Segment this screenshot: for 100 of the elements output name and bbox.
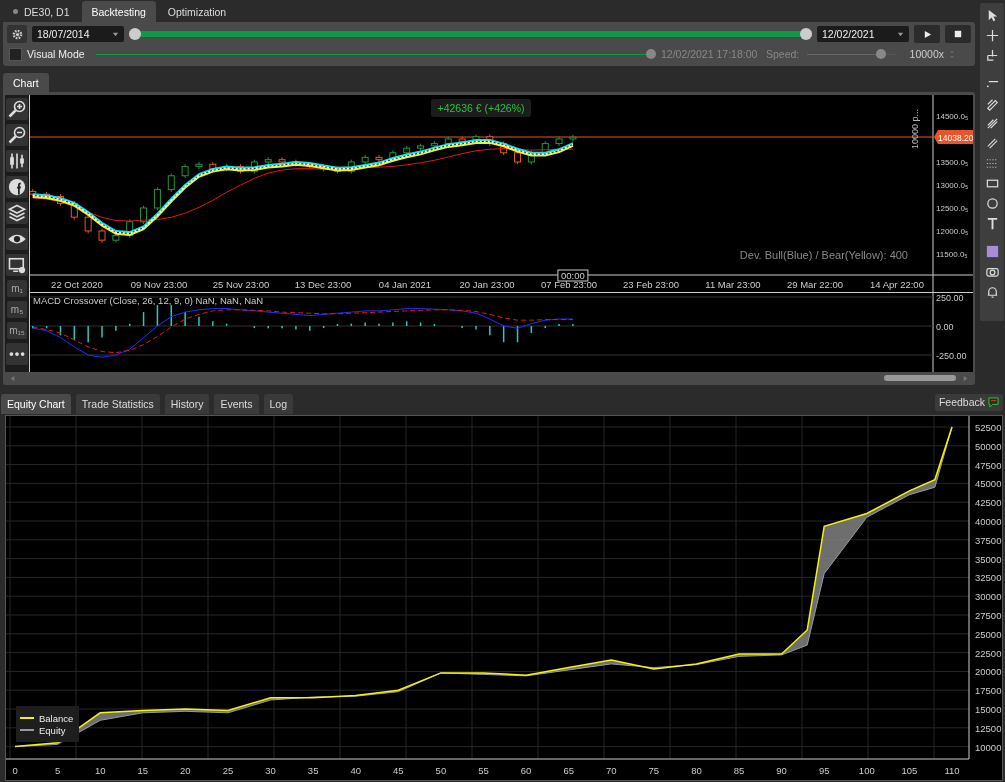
- slider-thumb[interactable]: [875, 49, 886, 59]
- bearish-candle: [514, 150, 521, 165]
- axis-label: 10: [94, 765, 106, 776]
- axis-label: 32500: [975, 572, 1002, 584]
- timeframe-button[interactable]: m₁₅: [7, 322, 27, 339]
- axis-label: 45000: [975, 478, 1002, 490]
- axis-label: 42500: [975, 497, 1002, 509]
- price-tag: 14038.20: [934, 130, 973, 144]
- zoom-out-icon[interactable]: [6, 124, 28, 146]
- slider-thumb[interactable]: [800, 28, 812, 40]
- tab[interactable]: Log: [263, 394, 294, 414]
- tab[interactable]: Events: [214, 394, 259, 414]
- monitor-settings-icon[interactable]: [6, 254, 28, 276]
- slider-thumb[interactable]: [129, 28, 141, 40]
- axis-label: 09 Nov 23:00: [130, 279, 188, 290]
- bullish-candle: [569, 134, 577, 142]
- scrollbar-thumb[interactable]: [884, 375, 956, 381]
- cursor-time-tag: 00:00: [557, 269, 589, 282]
- axis-label: 47500: [975, 459, 1002, 471]
- end-date-field[interactable]: 12/02/2021: [817, 26, 909, 42]
- axis-label: 30000: [975, 591, 1002, 603]
- bullish-candle: [430, 140, 438, 149]
- axis-label: 75: [648, 765, 660, 776]
- axis-label: 11500.0₅: [936, 250, 968, 259]
- bearish-candle: [486, 133, 494, 147]
- bearish-candle: [333, 166, 341, 174]
- dotted-grid-icon[interactable]: [984, 156, 1000, 171]
- tab[interactable]: Backtesting: [81, 1, 156, 22]
- axis-label: 105: [901, 765, 918, 776]
- round-logo-icon[interactable]: [6, 176, 28, 198]
- stop-icon: [954, 30, 962, 38]
- tab[interactable]: History: [164, 394, 210, 414]
- timeframe-button[interactable]: m₅: [7, 301, 27, 318]
- speed-slider[interactable]: [807, 48, 897, 60]
- feedback-button[interactable]: Feedback: [934, 393, 1003, 411]
- gear-icon: [10, 27, 24, 41]
- start-date-field[interactable]: 18/07/2014: [32, 26, 124, 42]
- axis-label: 22500: [975, 647, 1002, 659]
- timeframe-button[interactable]: m₁: [7, 280, 27, 297]
- bearish-candle: [84, 214, 92, 234]
- bearish-candle: [98, 228, 106, 243]
- axis-label: 20 Jan 23:00: [459, 279, 515, 290]
- axis-label: 04 Jan 2021: [378, 279, 432, 290]
- stop-button[interactable]: [945, 25, 971, 43]
- indicator-note: Dev. Bull(Blue) / Bear(Yellow): 400: [739, 249, 908, 261]
- measure-icon[interactable]: [984, 48, 1000, 63]
- bullish-candle: [264, 156, 272, 165]
- axis-label: 29 Mar 22:00: [787, 279, 843, 290]
- axis-label: 30: [265, 765, 276, 776]
- caret-icon: [112, 30, 119, 38]
- progress-slider[interactable]: [96, 48, 656, 60]
- more-icon[interactable]: [6, 343, 28, 365]
- bearish-candle: [375, 154, 383, 163]
- bullish-candle: [555, 136, 563, 147]
- axis-label: 70: [605, 765, 617, 776]
- axis-label: 27500: [975, 610, 1002, 621]
- axis-label: 35000: [975, 553, 1002, 565]
- bullish-candle: [527, 150, 535, 165]
- volume-label: 10000 p...: [910, 108, 920, 149]
- eye-icon[interactable]: [6, 228, 28, 250]
- axis-label: 17500: [975, 685, 1002, 697]
- axis-label: 40: [350, 765, 361, 776]
- bullish-candle: [195, 161, 203, 170]
- axis-label: 20000: [975, 666, 1002, 678]
- axis-label: 60: [520, 765, 532, 776]
- legend-label: Balance: [39, 713, 74, 724]
- bearish-candle: [458, 136, 466, 145]
- axis-label: 55: [478, 765, 489, 776]
- play-button[interactable]: [914, 25, 940, 43]
- bullish-candle: [361, 154, 369, 165]
- bearish-candle: [30, 188, 37, 197]
- axis-label: 25 Nov 23:00: [212, 279, 270, 290]
- settings-button[interactable]: [7, 25, 27, 43]
- play-icon: [922, 29, 932, 39]
- bullish-candle: [112, 232, 120, 243]
- axis-label: 100: [858, 765, 875, 776]
- tab[interactable]: Trade Statistics: [75, 394, 160, 414]
- candlestick-icon[interactable]: [6, 150, 28, 172]
- layers-icon[interactable]: [6, 202, 28, 224]
- checkbox[interactable]: [9, 47, 22, 61]
- bullish-candle: [140, 205, 148, 225]
- color-swatch-icon[interactable]: [984, 244, 1000, 259]
- axis-label: 15: [137, 765, 149, 776]
- axis-label: 14500.0₅: [936, 112, 969, 121]
- axis-label: 90: [776, 765, 787, 776]
- axis-label: 11 Mar 23:00: [705, 279, 761, 290]
- axis-label: 12500: [975, 722, 1002, 734]
- tab[interactable]: Equity Chart: [1, 394, 71, 414]
- tab[interactable]: Chart: [3, 73, 49, 92]
- caret-icon: [897, 30, 904, 38]
- axis-label: 5: [54, 765, 61, 776]
- axis-label: 22 Oct 2020: [51, 279, 103, 290]
- axis-label: 14 Apr 22:00: [870, 279, 924, 290]
- slider-thumb[interactable]: [646, 49, 656, 59]
- bullish-candle: [389, 150, 397, 163]
- axis-label: 12500.0₅: [936, 204, 969, 213]
- circle-icon[interactable]: [984, 196, 1000, 211]
- crosshair-icon[interactable]: [984, 28, 1000, 43]
- axis-label: 15000: [975, 704, 1002, 715]
- zoom-in-icon[interactable]: [6, 98, 28, 120]
